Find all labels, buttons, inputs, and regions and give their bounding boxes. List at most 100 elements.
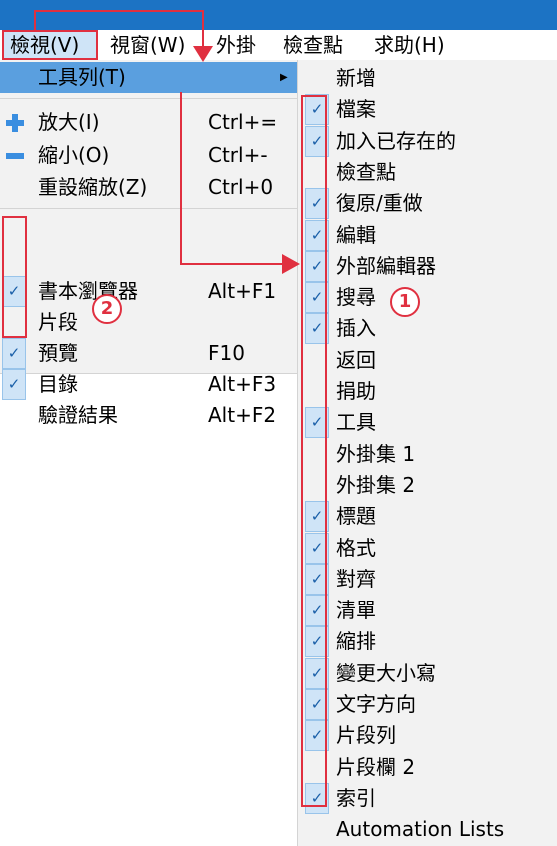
submenu-item-toolbar[interactable]: 返回 [298,345,557,376]
menu-item-label: 預覽 [38,341,78,365]
submenu-item-label: 工具 [336,410,376,435]
submenu-item-label: 新增 [336,66,376,90]
submenu-item-label: 外掛集 1 [336,441,416,466]
menu-item-label: 書本瀏覽器 [38,279,138,303]
menu-item-label: 縮小(O) [38,143,110,167]
submenu-item-toolbar[interactable]: ✓ 編輯 [298,219,557,251]
menu-item-shortcut: Ctrl+0 [208,175,274,199]
submenu-item-toolbar[interactable]: 外掛集 1 [298,439,557,470]
menu-item-shortcut: Alt+F1 [208,279,277,303]
menu-plugins[interactable]: 外掛 [216,30,256,60]
submenu-item-label: 檔案 [336,97,376,122]
submenu-item-toolbar[interactable]: ✓ 片段列 [298,720,557,752]
submenu-item-label: Automation Lists [336,817,505,842]
submenu-item-toolbar[interactable]: ✓ 檔案 [298,94,557,126]
submenu-item-label: 文字方向 [336,692,416,716]
checkmark-icon: ✓ [2,369,26,400]
submenu-item-toolbar[interactable]: ✓ 對齊 [298,563,557,595]
submenu-item-label: 標題 [336,504,376,529]
submenu-item-label: 外掛集 2 [336,472,416,497]
submenu-item-toolbar[interactable]: ✓ 標題 [298,501,557,533]
annotation-badge-2: 2 [92,294,122,324]
submenu-item-toolbar[interactable]: ✓ 索引 [298,782,557,814]
menu-item-label: 放大(I) [38,110,100,134]
submenu-item-label: 變更大小寫 [336,660,436,685]
menu-item-panel[interactable]: 片段 [0,307,298,338]
menu-item-shortcut: Ctrl+- [208,143,268,167]
submenu-item-label: 索引 [336,785,376,810]
menu-item-panel[interactable]: ✓ 預覽 F10 [0,338,298,369]
submenu-item-label: 返回 [336,347,376,372]
annotation-line [180,263,284,265]
menu-item-shortcut: Ctrl+= [208,110,278,134]
submenu-item-label: 片段欄 2 [336,754,416,779]
submenu-item-toolbar[interactable]: ✓ 加入已存在的 [298,125,557,157]
menu-item-label: 目錄 [38,372,78,396]
submenu-item-label: 縮排 [336,629,376,654]
submenu-item-toolbar[interactable]: 新增 [298,63,557,94]
submenu-item-label: 清單 [336,598,376,623]
menu-item-shortcut: Alt+F3 [208,372,277,396]
annotation-arrow-down [193,46,213,62]
submenu-item-toolbar[interactable]: 外掛集 2 [298,470,557,501]
submenu-item-toolbar[interactable]: ✓ 搜尋 [298,282,557,314]
annotation-badge-1: 1 [390,287,420,317]
menu-item-label: 工具列(T) [38,65,126,89]
submenu-item-toolbar[interactable]: 捐助 [298,376,557,407]
menu-item-shortcut: Alt+F2 [208,403,277,427]
submenu-item-toolbar[interactable]: ✓ 縮排 [298,626,557,658]
annotation-line [34,10,36,30]
view-menu-dropdown: 工具列(T) ▶ 放大(I) Ctrl+= 縮小(O) Ctrl+- 重設縮放(… [0,60,298,427]
submenu-item-toolbar[interactable]: ✓ 插入 [298,313,557,345]
submenu-item-toolbar[interactable]: ✓ 清單 [298,595,557,627]
checkmark-icon: ✓ [2,338,26,369]
submenu-item-label: 復原/重做 [336,191,423,216]
menu-item-panel[interactable]: ✓ 書本瀏覽器 Alt+F1 [0,276,298,307]
toolbar-submenu: 新增 ✓ 檔案 ✓ 加入已存在的 檢查點 ✓ 復原/重做 ✓ 編輯 ✓ 外部編輯器 ✓ 搜尋 ✓ 插入 返回捐助… [297,60,557,846]
menubar: 檢視(V) 視窗(W) 外掛 檢查點 求助(H) [0,30,557,60]
submenu-item-toolbar[interactable]: 片段欄 2 [298,752,557,783]
menu-help[interactable]: 求助(H) [374,30,445,60]
menu-item-toolbars[interactable]: 工具列(T) ▶ [0,62,298,93]
menu-item-zoom-in[interactable]: 放大(I) Ctrl+= [0,107,298,138]
submenu-item-toolbar[interactable]: ✓ 變更大小寫 [298,657,557,689]
annotation-line [180,92,182,264]
menu-item-label: 驗證結果 [38,403,118,427]
menu-item-zoom-out[interactable]: 縮小(O) Ctrl+- [0,140,298,171]
menu-checkpoints[interactable]: 檢查點 [283,30,343,60]
submenu-arrow-icon: ▶ [280,72,288,83]
menu-item-reset-zoom[interactable]: 重設縮放(Z) Ctrl+0 [0,172,298,203]
submenu-item-toolbar[interactable]: ✓ 文字方向 [298,689,557,720]
submenu-item-label: 加入已存在的 [336,128,456,153]
submenu-item-label: 搜尋 [336,285,376,310]
annotation-box-toolbars [301,95,327,807]
submenu-item-toolbar[interactable]: ✓ 工具 [298,407,557,439]
menu-item-shortcut: F10 [208,341,245,365]
submenu-item-toolbar[interactable]: ✓ 外部編輯器 [298,250,557,282]
submenu-item-label: 編輯 [336,222,376,247]
annotation-line [34,10,204,12]
menu-item-panel[interactable]: ✓ 目錄 Alt+F3 [0,369,298,400]
menu-window[interactable]: 視窗(W) [110,30,185,60]
submenu-item-label: 片段列 [336,723,396,748]
submenu-item-label: 外部編輯器 [336,253,436,278]
menu-item-panel[interactable]: 驗證結果 Alt+F2 [0,400,298,431]
submenu-item-label: 捐助 [336,379,376,403]
submenu-item-toolbar[interactable]: ✓ 復原/重做 [298,188,557,220]
menu-separator [0,98,298,99]
menu-item-label: 片段 [38,310,78,334]
menu-view[interactable]: 檢視(V) [2,30,98,60]
submenu-item-toolbar[interactable]: ✓ 格式 [298,532,557,564]
submenu-item-label: 格式 [336,535,376,560]
submenu-item-toolbar[interactable]: 檢查點 [298,157,557,188]
menu-item-label: 重設縮放(Z) [38,175,148,199]
submenu-item-label: 插入 [336,316,376,341]
menu-separator [0,208,298,209]
minus-icon [6,147,24,165]
submenu-item-label: 對齊 [336,566,376,591]
annotation-arrow-right [282,254,300,274]
window-titlebar [0,0,557,30]
submenu-item-toolbar[interactable]: Automation Lists [298,814,557,845]
annotation-line [202,10,204,48]
plus-icon [6,114,24,132]
